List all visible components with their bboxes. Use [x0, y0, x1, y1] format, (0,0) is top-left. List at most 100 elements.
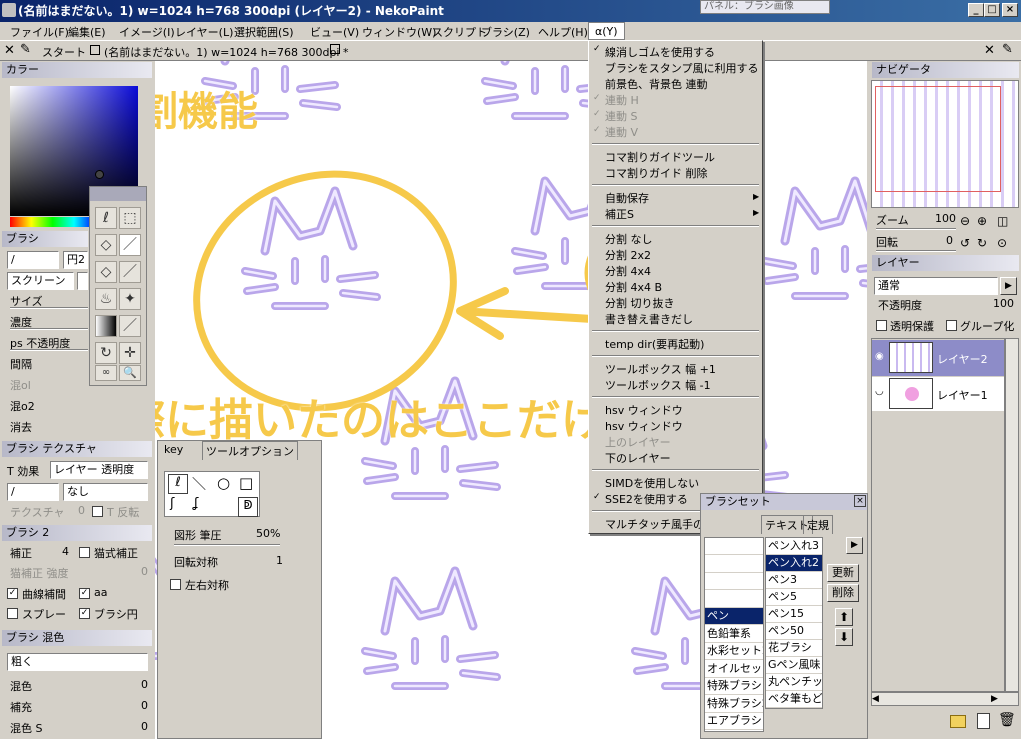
menu-file[interactable]: ファイル(F) [10, 24, 69, 40]
gradient-tool-icon[interactable] [95, 315, 117, 337]
menu-item-autosave[interactable]: 自動保存 [605, 190, 649, 206]
menu-item-correction-s[interactable]: 補正S [605, 206, 634, 222]
brush-circle-checkbox[interactable]: ✓ [79, 608, 90, 619]
menu-item-panel-guide-delete[interactable]: コマ割りガイド 削除 [605, 165, 708, 181]
trash-icon[interactable]: 🗑 [998, 712, 1016, 728]
tab-close-icon[interactable] [330, 44, 340, 54]
menu-item-fg-bg-link[interactable]: 前景色、背景色 連動 [605, 76, 708, 92]
brushset-category-item[interactable] [705, 555, 763, 573]
wand-tool-icon[interactable]: ✦ [119, 288, 141, 310]
menu-item-hsv-window-2[interactable]: hsv ウィンドウ [605, 418, 683, 434]
transparency-protect-checkbox[interactable] [876, 320, 887, 331]
tools-right-icon[interactable]: ✕ [984, 43, 995, 58]
menu-item-brush-stamp[interactable]: ブラシをスタンプ風に利用する [605, 60, 758, 76]
mix-mode-field[interactable]: 粗く [7, 653, 148, 671]
brushset-next-button[interactable]: ▶ [846, 537, 863, 554]
wrench-right-icon[interactable]: ✎ [1002, 42, 1013, 57]
eraser-tool-icon[interactable]: ◇ [95, 234, 117, 256]
tab-tool-options[interactable]: ツールオプション [202, 441, 298, 460]
scroll-left-icon[interactable]: ◀ [872, 694, 879, 704]
texture-value-field[interactable]: なし [63, 483, 148, 501]
zoom-in-icon[interactable]: ⊕ [977, 214, 987, 228]
brushset-category-item[interactable] [705, 573, 763, 590]
layer-scrollbar[interactable] [1005, 338, 1019, 692]
menu-item-split-4x4b[interactable]: 分割 4x4 B [605, 279, 662, 295]
scroll-right-icon[interactable]: ▶ [991, 694, 998, 704]
cat-correction-checkbox[interactable] [79, 547, 90, 558]
menu-item-lower-layer[interactable]: 下のレイヤー [605, 450, 671, 466]
floating-panel-title[interactable]: パネル：ブラシ画像 [700, 0, 830, 14]
brushset-brush-item[interactable]: 花ブラシ [766, 640, 822, 657]
brushset-brush-item[interactable]: ペン入れ3 [766, 538, 822, 555]
zoom-out-icon[interactable]: ⊖ [960, 214, 970, 228]
pressure-slider[interactable] [174, 544, 280, 546]
pattern-tool-icon[interactable]: ∞ [95, 365, 117, 381]
bezier-icon[interactable]: ↁ [238, 497, 258, 517]
rect-select-icon[interactable]: ⬚ [119, 207, 141, 229]
brushset-category-item[interactable] [705, 590, 763, 608]
toolbox-header[interactable] [90, 187, 146, 201]
menu-help[interactable]: ヘルプ(H) [538, 24, 588, 40]
pen-tool-icon[interactable]: ／ [119, 234, 141, 256]
brushset-category-item[interactable]: ペン [705, 608, 763, 625]
menu-window[interactable]: ウィンドウ(W) [362, 24, 436, 40]
brushset-category-item[interactable]: オイルセット [705, 660, 763, 678]
layer-row[interactable]: ◉ レイヤー2 [872, 340, 1004, 376]
rotate-left-icon[interactable]: ↺ [960, 236, 970, 250]
brush-mode-extra[interactable] [77, 272, 88, 290]
tools-icon[interactable]: ✕ [4, 43, 15, 58]
effect-field[interactable]: レイヤー 透明度 [50, 461, 148, 479]
menu-edit[interactable]: 編集(E) [68, 24, 106, 40]
delete-button[interactable]: 削除 [827, 584, 859, 602]
ellipse-icon[interactable]: ○ [217, 474, 230, 492]
texture-name-field[interactable]: / [7, 483, 59, 501]
brushset-brush-item[interactable]: ペン50 [766, 623, 822, 640]
rotate-right-icon[interactable]: ↻ [977, 236, 987, 250]
menu-item-no-simd[interactable]: SIMDを使用しない [605, 475, 699, 491]
brushset-brush-item[interactable]: ペン15 [766, 606, 822, 623]
minimize-button[interactable]: _ [968, 3, 984, 17]
eraser2-tool-icon[interactable]: ◇ [95, 261, 117, 283]
brush-mode-field[interactable]: スクリーン [7, 272, 74, 290]
density-slider[interactable] [10, 328, 88, 330]
lasso-tool-icon[interactable]: ℓ [95, 207, 117, 229]
rotate-tool-icon[interactable]: ↻ [95, 342, 117, 364]
zoom-slider[interactable] [876, 228, 956, 230]
close-button[interactable]: × [1002, 3, 1018, 17]
brushset-category-item[interactable]: 色鉛筆系 [705, 625, 763, 643]
tab-document[interactable]: (名前はまだない。1) w=1024 h=768 300dpi * [104, 44, 348, 60]
menu-item-line-eraser[interactable]: 線消しゴムを使用する [605, 44, 715, 60]
rectangle-icon[interactable]: □ [239, 474, 253, 492]
curve-checkbox[interactable]: ✓ [7, 588, 18, 599]
brushset-brush-item[interactable]: ベタ筆もどき [766, 691, 822, 708]
blend-mode-arrow-icon[interactable]: ▶ [1000, 277, 1017, 295]
menu-item-rewrite-export[interactable]: 書き替え書きだし [605, 311, 693, 327]
menu-alpha[interactable]: α(Y) [588, 22, 625, 40]
zoom-tool-icon[interactable]: 🔍 [119, 365, 141, 381]
menu-item-toolbox-wider[interactable]: ツールボックス 幅 +1 [605, 361, 716, 377]
maximize-button[interactable]: □ [984, 3, 1000, 17]
new-folder-icon[interactable] [950, 715, 966, 728]
eye-icon[interactable]: ◡ [875, 386, 884, 397]
brushset-category-item[interactable]: エアブラシ・1 [705, 713, 763, 730]
group-checkbox[interactable] [946, 320, 957, 331]
tab-key[interactable]: key [164, 443, 183, 456]
menu-item-link-v[interactable]: 連動 V [605, 124, 638, 140]
menu-selection[interactable]: 選択範囲(S) [234, 24, 294, 40]
layer-row[interactable]: ◡ レイヤー1 [872, 377, 1004, 411]
spray-checkbox[interactable] [7, 608, 18, 619]
size-slider[interactable] [10, 307, 88, 309]
menu-item-hsv-window[interactable]: hsv ウィンドウ [605, 402, 683, 418]
menu-item-split-4x4[interactable]: 分割 4x4 [605, 263, 651, 279]
tab-start[interactable]: スタート [42, 44, 86, 60]
invert-checkbox[interactable] [92, 506, 103, 517]
menu-view[interactable]: ビュー(V) [310, 24, 359, 40]
brush-tool-icon[interactable]: ／ [119, 261, 141, 283]
curve2-icon[interactable]: ʆ [194, 496, 198, 511]
brushset-brush-item[interactable]: 丸ペンチック [766, 674, 822, 691]
ps-opacity-slider[interactable] [10, 349, 88, 351]
navigator-viewport[interactable] [875, 86, 1001, 192]
brushset-brush-item[interactable]: ペン5 [766, 589, 822, 606]
zoom-fit-icon[interactable]: ◫ [997, 214, 1008, 228]
rotate-reset-icon[interactable]: ⊙ [997, 236, 1007, 250]
